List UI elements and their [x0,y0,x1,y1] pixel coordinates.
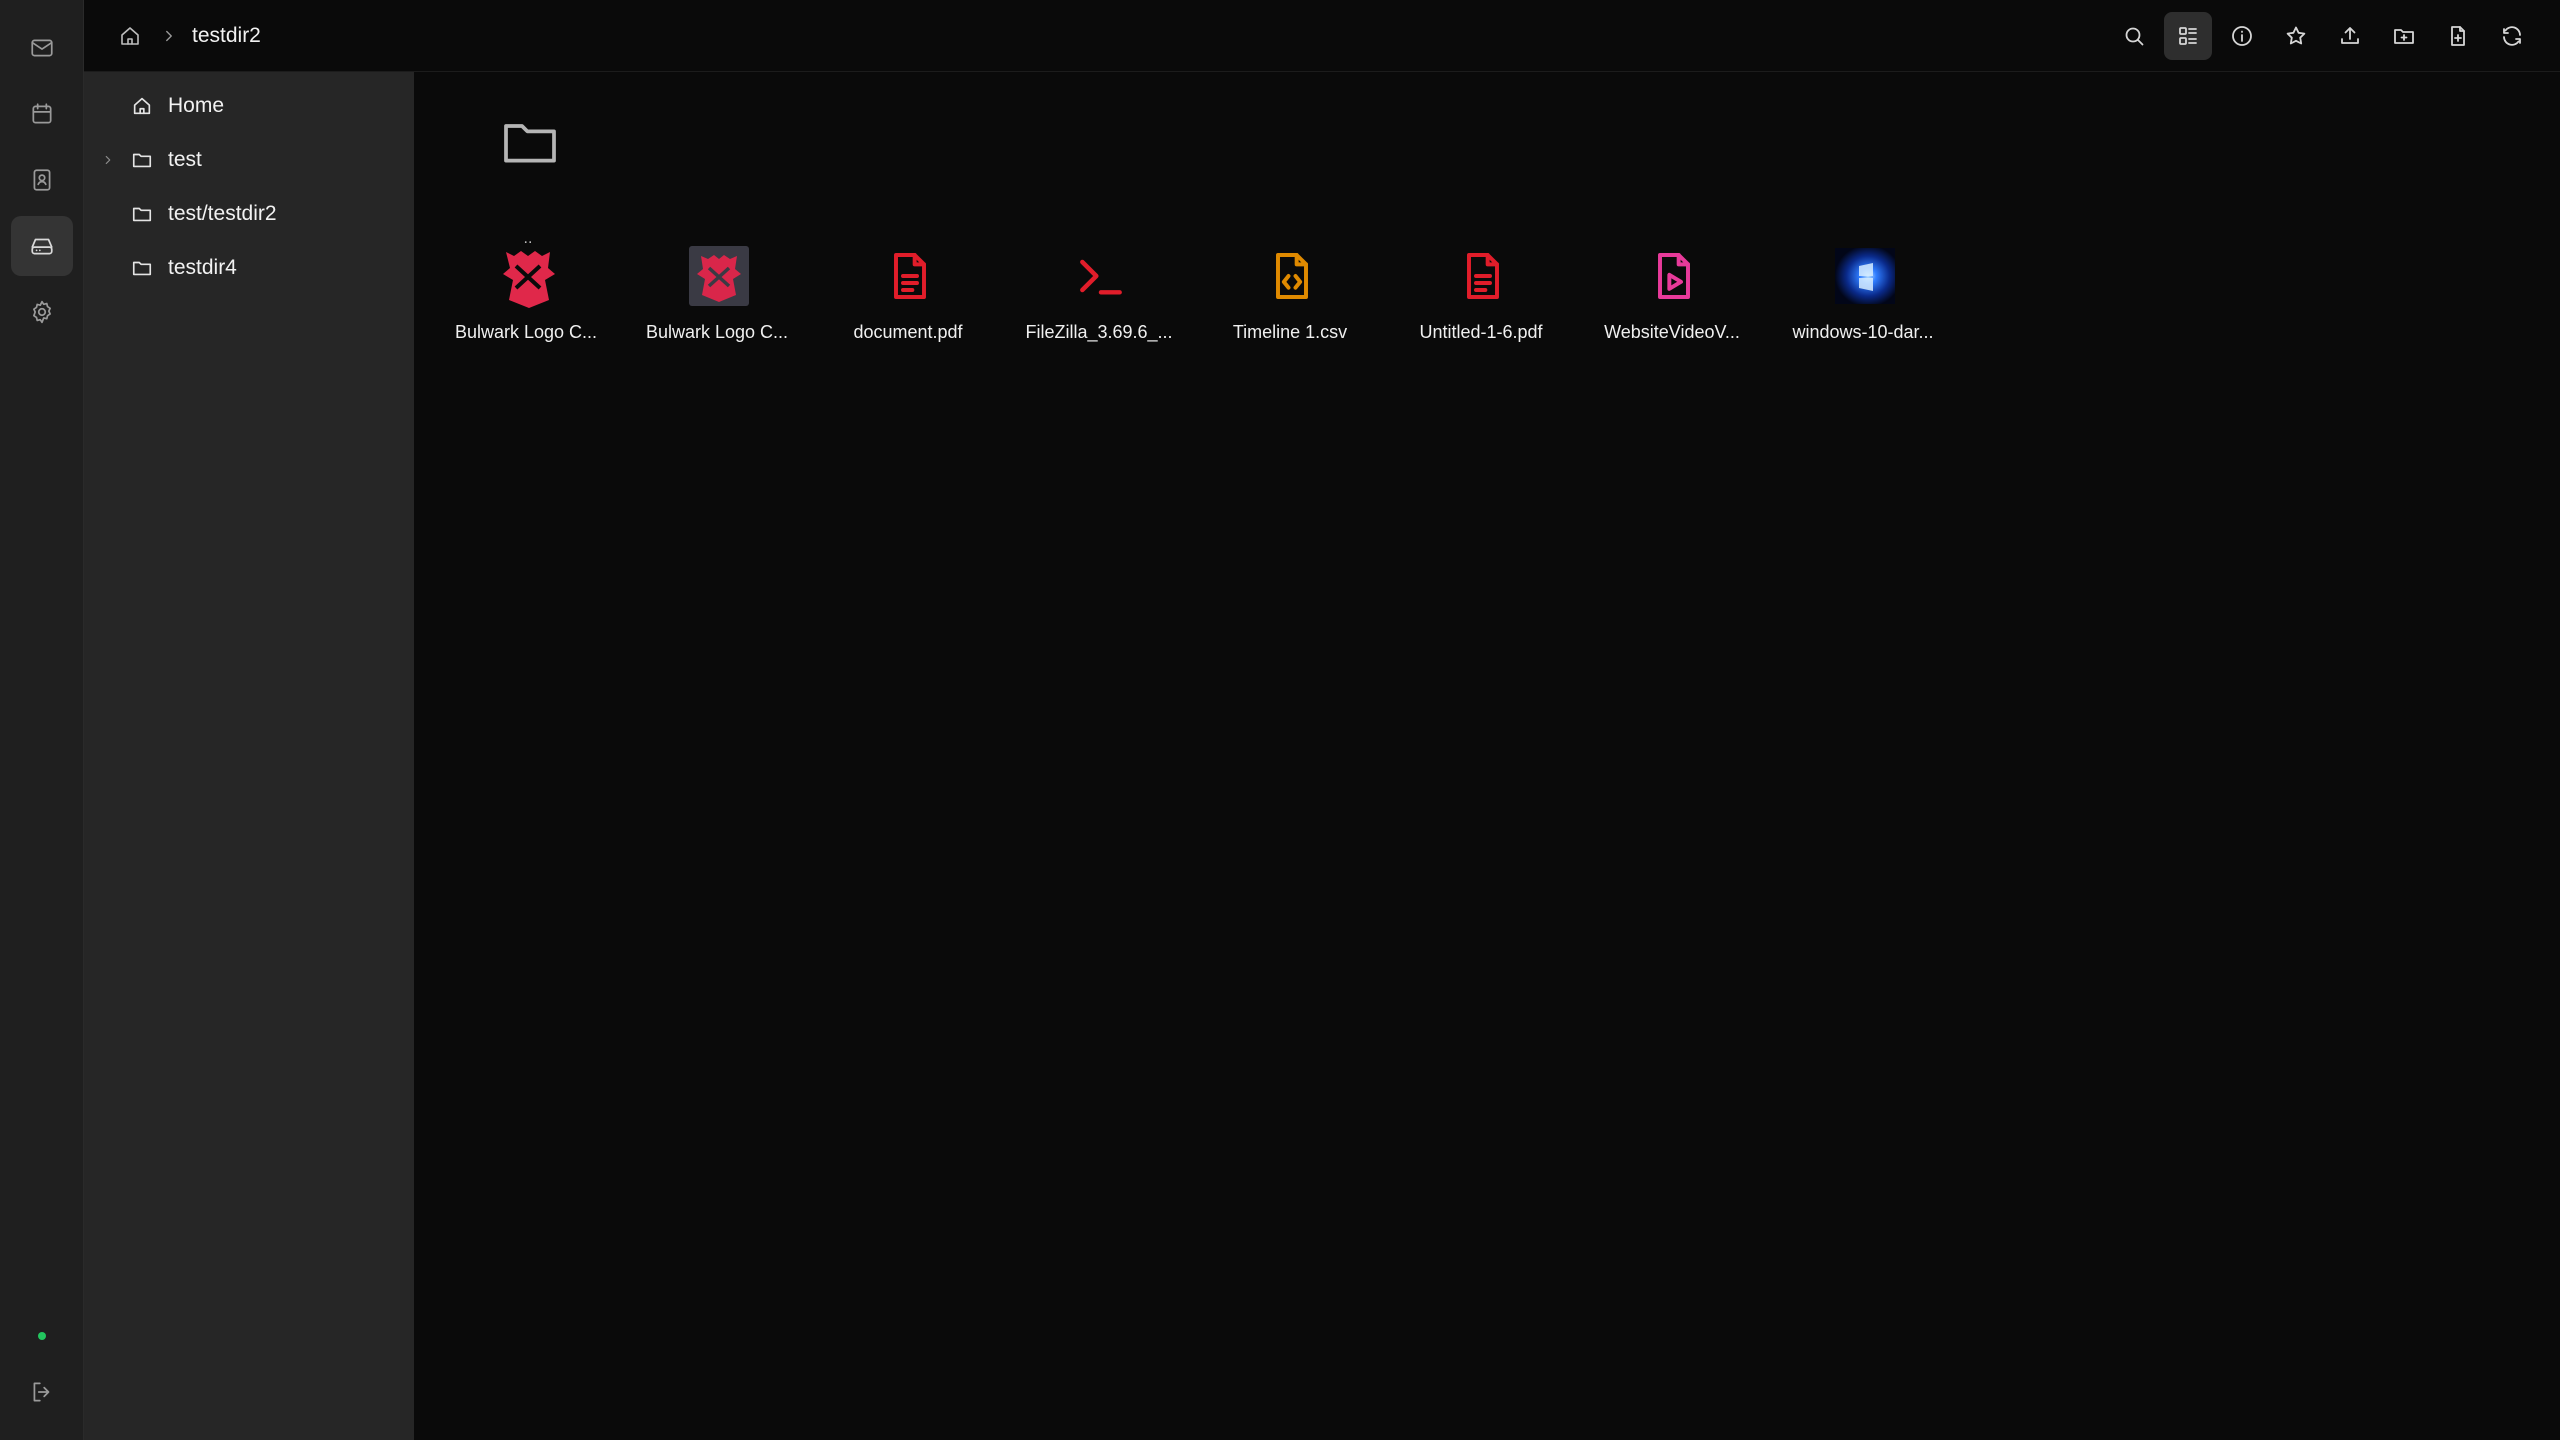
breadcrumb-current[interactable]: testdir2 [192,22,261,50]
file-tile[interactable]: Untitled-1-6.pdf [1389,244,1573,364]
online-status-dot [38,1332,46,1340]
refresh-icon[interactable] [2488,12,2536,60]
file-name: document.pdf [853,322,963,342]
file-name: FileZilla_3.69.6_... [1025,322,1173,342]
folder-icon [498,110,562,174]
breadcrumb-home-icon[interactable] [116,22,144,50]
mail-icon[interactable] [11,18,73,78]
top-bar: testdir2 [84,0,2560,72]
contacts-icon[interactable] [11,150,73,210]
new-file-icon[interactable] [2434,12,2482,60]
parent-directory-tile[interactable]: .. [458,110,598,247]
pdf-file-icon [1451,244,1515,308]
search-icon[interactable] [2110,12,2158,60]
file-tile[interactable]: document.pdf [816,244,1000,364]
pdf-file-icon [878,244,942,308]
tree-item-home[interactable]: Home [84,82,414,130]
file-tile[interactable]: FileZilla_3.69.6_... [1007,244,1191,364]
file-name: Untitled-1-6.pdf [1419,322,1543,342]
chevron-right-icon [156,22,182,50]
file-name: Timeline 1.csv [1232,322,1348,342]
calendar-icon[interactable] [11,84,73,144]
folder-icon [130,148,154,172]
logout-icon[interactable] [11,1362,73,1422]
file-grid: .. Bulwark Logo C... Bulwark Logo C... d… [414,72,2560,1440]
tree-item-testdir4[interactable]: testdir4 [84,244,414,292]
grid-view-icon[interactable] [2164,12,2212,60]
bulwark-logo-dark-icon [687,244,751,308]
tree-item-label: Home [168,94,225,117]
file-tile[interactable]: WebsiteVideoV... [1580,244,1764,364]
file-tile[interactable]: Timeline 1.csv [1198,244,1382,364]
new-folder-icon[interactable] [2380,12,2428,60]
tree-item-test-testdir2[interactable]: test/testdir2 [84,190,414,238]
bulwark-logo-icon [496,244,560,308]
file-tile[interactable]: Bulwark Logo C... [625,244,809,364]
image-thumbnail-icon [1833,244,1897,308]
file-tile[interactable]: windows-10-dar... [1771,244,1955,364]
file-tile[interactable]: Bulwark Logo C... [434,244,618,364]
info-icon[interactable] [2218,12,2266,60]
code-file-icon [1260,244,1324,308]
chevron-right-icon[interactable] [98,150,118,170]
tree-item-label: test [168,148,202,171]
file-name: Bulwark Logo C... [454,322,598,342]
folder-icon [130,256,154,280]
folder-icon [130,202,154,226]
upload-icon[interactable] [2326,12,2374,60]
tree-item-test[interactable]: test [84,136,414,184]
home-icon [130,94,154,118]
video-file-icon [1642,244,1706,308]
file-name: WebsiteVideoV... [1604,322,1740,342]
drive-icon[interactable] [11,216,73,276]
file-name: windows-10-dar... [1792,322,1934,342]
toolbar [2110,12,2536,60]
app-rail [0,0,84,1440]
settings-icon[interactable] [11,282,73,342]
tree-item-label: testdir4 [168,256,237,279]
star-icon[interactable] [2272,12,2320,60]
file-name: Bulwark Logo C... [645,322,789,342]
folder-tree: Home test test/testdir2 testdir4 [84,72,414,1440]
executable-terminal-icon [1069,244,1133,308]
tree-item-label: test/testdir2 [168,202,277,225]
